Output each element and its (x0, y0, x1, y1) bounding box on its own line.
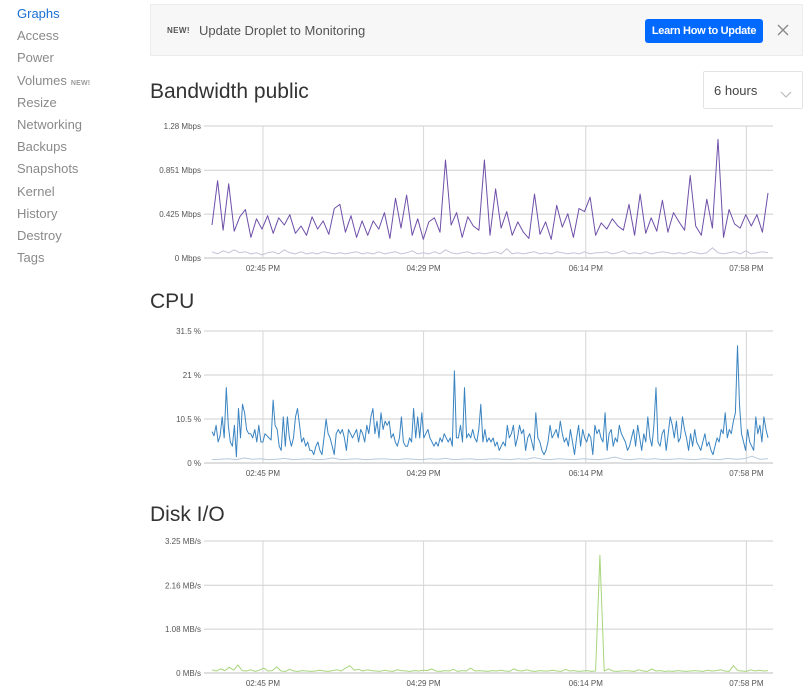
sidebar-item-tags[interactable]: Tags (17, 249, 137, 271)
cpu-section-title: CPU (150, 290, 195, 313)
monitoring-update-banner: NEW! Update Droplet to Monitoring Learn … (150, 4, 803, 56)
x-tick-label: 07:58 PM (729, 679, 764, 688)
x-tick-label: 06:14 PM (569, 264, 604, 273)
sidebar-item-label: Snapshots (17, 161, 79, 177)
sidebar-item-label: Kernel (17, 183, 55, 199)
sidebar-item-destroy[interactable]: Destroy (17, 227, 137, 249)
y-tick-label: 1.08 MB/s (165, 625, 201, 634)
disk-chart: 0 MB/s 1.08 MB/s 2.16 MB/s 3.25 MB/s 02:45 P… (165, 537, 773, 688)
banner-message: Update Droplet to Monitoring (199, 23, 366, 38)
sidebar-item-history[interactable]: History (17, 205, 137, 227)
y-tick-label: 0.851 Mbps (159, 166, 201, 175)
disk-section-title: Disk I/O (150, 503, 225, 526)
time-range-select[interactable]: 6 hours (703, 71, 803, 109)
y-tick-label: 0 MB/s (176, 669, 201, 678)
y-tick-label: 0.425 Mbps (159, 210, 201, 219)
series-line-outbound (211, 138, 769, 240)
x-tick-label: 07:58 PM (729, 469, 764, 478)
new-badge: NEW! (70, 79, 91, 87)
x-tick-label: 04:29 PM (406, 469, 441, 478)
series-line-user (211, 345, 769, 458)
sidebar-item-power[interactable]: Power (17, 49, 137, 71)
sidebar-nav: Graphs Access Power Volumes NEW! Resize N… (17, 5, 137, 271)
series-line-inbound (211, 247, 769, 256)
sidebar-item-label: Graphs (17, 6, 60, 21)
sidebar-item-label: Volumes (17, 72, 67, 88)
y-tick-label: 2.16 MB/s (165, 581, 201, 590)
y-tick-label: 0 % (187, 459, 201, 468)
sidebar-item-label: Resize (17, 94, 57, 110)
x-tick-label: 04:29 PM (406, 264, 441, 273)
close-icon[interactable] (775, 20, 791, 40)
chevron-down-icon (780, 86, 792, 104)
sidebar-item-label: History (17, 205, 58, 221)
y-tick-label: 31.5 % (176, 327, 201, 336)
learn-how-to-update-button[interactable]: Learn How to Update (645, 19, 763, 43)
bandwidth-chart: 0 Mbps 0.425 Mbps 0.851 Mbps 1.28 Mbps 02:45… (159, 122, 773, 273)
sidebar-item-label: Power (17, 50, 54, 66)
y-tick-label: 1.28 Mbps (164, 122, 201, 131)
sidebar-item-access[interactable]: Access (17, 27, 137, 49)
sidebar-item-label: Tags (17, 250, 45, 266)
new-badge: NEW! (167, 26, 190, 35)
sidebar-item-label: Networking (17, 116, 83, 132)
sidebar-item-networking[interactable]: Networking (17, 116, 137, 138)
x-tick-label: 06:14 PM (569, 679, 604, 688)
time-range-value: 6 hours (714, 83, 758, 98)
x-tick-label: 02:45 PM (246, 469, 281, 478)
cpu-chart: 0 % 10.5 % 21 % 31.5 % 02:45 PM 04:29 PM 06:14… (176, 327, 773, 478)
sidebar-item-resize[interactable]: Resize (17, 94, 137, 116)
y-tick-label: 0 Mbps (175, 254, 201, 263)
sidebar-item-label: Access (17, 28, 59, 44)
series-line-system (211, 455, 769, 461)
sidebar-item-graphs[interactable]: Graphs (17, 5, 137, 27)
y-tick-label: 10.5 % (176, 415, 201, 424)
y-tick-label: 3.25 MB/s (165, 537, 201, 546)
series-line-read (211, 554, 769, 672)
sidebar-item-label: Backups (17, 139, 67, 155)
x-tick-label: 02:45 PM (246, 679, 281, 688)
x-tick-label: 02:45 PM (246, 264, 281, 273)
x-tick-label: 07:58 PM (729, 264, 764, 273)
sidebar-item-backups[interactable]: Backups (17, 138, 137, 160)
bandwidth-section-title: Bandwidth public (150, 80, 309, 103)
sidebar-item-kernel[interactable]: Kernel (17, 183, 137, 205)
sidebar-item-label: Destroy (17, 227, 62, 243)
sidebar-item-snapshots[interactable]: Snapshots (17, 160, 137, 182)
sidebar-item-volumes[interactable]: Volumes NEW! (17, 72, 137, 94)
x-tick-label: 06:14 PM (569, 469, 604, 478)
y-tick-label: 21 % (183, 371, 201, 380)
x-tick-label: 04:29 PM (406, 679, 441, 688)
